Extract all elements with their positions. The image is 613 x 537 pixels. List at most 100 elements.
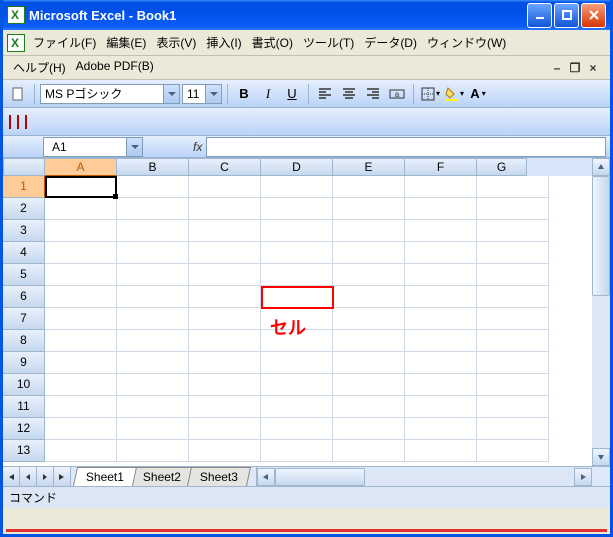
menu-file[interactable]: ファイル(F) (33, 34, 96, 51)
maximize-button[interactable] (554, 3, 579, 28)
column-headers: A B C D E F G (3, 158, 610, 176)
annotation-label: セル (270, 314, 306, 340)
align-right-button[interactable] (362, 83, 384, 105)
font-name-select[interactable]: MS Pゴシック (40, 84, 180, 104)
font-size-select[interactable]: 11 (182, 84, 222, 104)
row-header[interactable]: 2 (3, 198, 45, 220)
menu-tools[interactable]: ツール(T) (303, 34, 354, 51)
menubar-row2: ヘルプ(H) Adobe PDF(B) – ❐ × (3, 56, 610, 80)
new-button[interactable] (7, 83, 29, 105)
scroll-down-button[interactable] (592, 448, 610, 466)
scroll-thumb[interactable] (275, 468, 365, 486)
row-header[interactable]: 7 (3, 308, 45, 330)
menubar: ファイル(F) 編集(E) 表示(V) 挿入(I) 書式(O) ツール(T) デ… (3, 30, 610, 56)
menu-data[interactable]: データ(D) (364, 34, 417, 51)
sheet-tab[interactable]: Sheet1 (73, 467, 137, 486)
menu-adobe-pdf[interactable]: Adobe PDF(B) (76, 59, 154, 76)
pdf-icon (25, 115, 27, 129)
pdf-icon (9, 115, 11, 129)
tab-last-button[interactable] (54, 467, 71, 486)
bold-button[interactable]: B (233, 83, 255, 105)
svg-text:a: a (395, 90, 400, 99)
row-header[interactable]: 12 (3, 418, 45, 440)
pdf-toolbar (3, 108, 610, 136)
pdf-review-button[interactable] (25, 116, 27, 128)
vertical-scrollbar[interactable] (592, 158, 610, 466)
font-name-value: MS Pゴシック (45, 85, 122, 102)
borders-button[interactable]: ▾ (419, 83, 441, 105)
scroll-up-button[interactable] (592, 158, 610, 176)
grid-body: 1 2 3 4 5 6 7 8 9 10 11 12 13 (3, 176, 610, 466)
workbook-icon (7, 34, 25, 52)
menu-window[interactable]: ウィンドウ(W) (427, 34, 506, 51)
scroll-thumb[interactable] (592, 176, 610, 296)
menu-view[interactable]: 表示(V) (156, 34, 196, 51)
row-header[interactable]: 4 (3, 242, 45, 264)
name-box[interactable]: A1 (43, 137, 143, 157)
menu-help[interactable]: ヘルプ(H) (13, 59, 66, 76)
align-left-button[interactable] (314, 83, 336, 105)
menu-edit[interactable]: 編集(E) (106, 34, 146, 51)
column-header[interactable]: C (189, 158, 261, 176)
align-center-button[interactable] (338, 83, 360, 105)
scroll-right-button[interactable] (574, 468, 592, 486)
scroll-left-button[interactable] (257, 468, 275, 486)
column-header[interactable]: B (117, 158, 189, 176)
formula-input[interactable] (206, 137, 606, 157)
row-header[interactable]: 5 (3, 264, 45, 286)
row-header[interactable]: 11 (3, 396, 45, 418)
status-bar: コマンド (3, 486, 610, 508)
tab-first-button[interactable] (3, 467, 20, 486)
window-title: Microsoft Excel - Book1 (29, 8, 176, 23)
column-header[interactable]: E (333, 158, 405, 176)
menu-list-2: ヘルプ(H) Adobe PDF(B) (13, 59, 154, 76)
column-header[interactable]: D (261, 158, 333, 176)
underline-button[interactable]: U (281, 83, 303, 105)
select-all-corner[interactable] (3, 158, 45, 176)
separator (413, 84, 414, 104)
font-color-button[interactable]: A▾ (467, 83, 489, 105)
row-header[interactable]: 3 (3, 220, 45, 242)
row-header[interactable]: 13 (3, 440, 45, 462)
close-button[interactable] (581, 3, 606, 28)
column-header[interactable]: A (45, 158, 117, 176)
pdf-email-button[interactable] (17, 116, 19, 128)
row-header[interactable]: 8 (3, 330, 45, 352)
menu-insert[interactable]: 挿入(I) (206, 34, 241, 51)
scroll-track[interactable] (592, 176, 610, 448)
separator (227, 84, 228, 104)
pdf-convert-button[interactable] (9, 116, 11, 128)
inner-restore-button[interactable]: ❐ (568, 61, 582, 75)
horizontal-scrollbar[interactable] (256, 467, 592, 486)
merge-center-button[interactable]: a (386, 83, 408, 105)
formatting-toolbar: MS Pゴシック 11 B I U a ▾ ▾ A▾ (3, 80, 610, 108)
cells[interactable]: セル (45, 176, 610, 466)
app-window: Microsoft Excel - Book1 ファイル(F) 編集(E) 表示… (0, 0, 613, 537)
grid-area: A B C D E F G 1 2 3 4 5 6 7 8 9 10 11 12… (3, 158, 610, 466)
sheet-tab[interactable]: Sheet2 (130, 467, 194, 486)
italic-button[interactable]: I (257, 83, 279, 105)
column-header[interactable]: G (477, 158, 527, 176)
column-header[interactable]: F (405, 158, 477, 176)
pdf-icon (17, 115, 19, 129)
fx-label[interactable]: fx (193, 140, 202, 154)
font-size-value: 11 (187, 87, 199, 101)
chevron-down-icon (205, 85, 221, 103)
row-headers: 1 2 3 4 5 6 7 8 9 10 11 12 13 (3, 176, 45, 466)
inner-close-button[interactable]: × (586, 61, 600, 75)
menu-format[interactable]: 書式(O) (252, 34, 293, 51)
sheet-tab[interactable]: Sheet3 (187, 467, 251, 486)
scroll-track[interactable] (275, 468, 574, 486)
fill-color-button[interactable]: ▾ (443, 83, 465, 105)
minimize-button[interactable] (527, 3, 552, 28)
row-header[interactable]: 1 (3, 176, 45, 198)
row-header[interactable]: 10 (3, 374, 45, 396)
separator (308, 84, 309, 104)
tab-prev-button[interactable] (20, 467, 37, 486)
inner-window-controls: – ❐ × (550, 61, 600, 75)
tab-next-button[interactable] (37, 467, 54, 486)
name-box-value: A1 (52, 140, 134, 154)
row-header[interactable]: 6 (3, 286, 45, 308)
row-header[interactable]: 9 (3, 352, 45, 374)
inner-minimize-button[interactable]: – (550, 61, 564, 75)
